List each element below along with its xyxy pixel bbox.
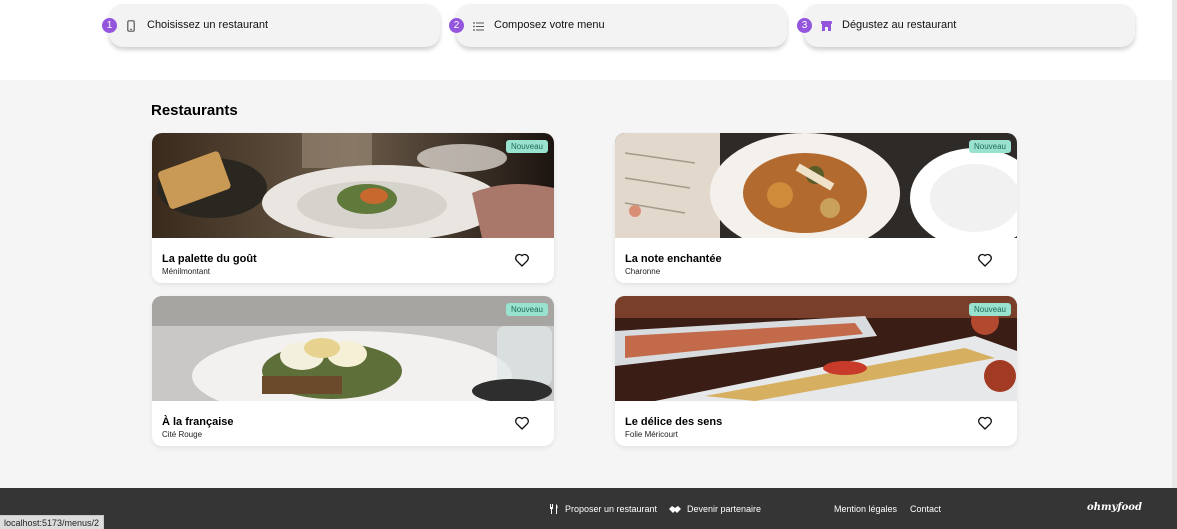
restaurant-photo — [615, 296, 1017, 401]
restaurant-photo — [615, 133, 1017, 238]
heart-icon[interactable] — [977, 252, 993, 268]
step-card-3: 3 Dégustez au restaurant — [797, 4, 1135, 47]
list-icon — [472, 19, 484, 33]
restaurant-photo — [152, 296, 554, 401]
restaurants-section: Restaurants Nouveau La palette du goût M… — [0, 80, 1172, 488]
step-label: Choisissez un restaurant — [147, 19, 269, 31]
restaurant-location: Charonne — [625, 267, 661, 276]
restaurant-name: À la française — [162, 416, 234, 428]
step-number-badge: 2 — [449, 18, 464, 33]
step-number-badge: 3 — [797, 18, 812, 33]
phone-icon — [125, 19, 137, 33]
propose-restaurant-label: Proposer un restaurant — [565, 504, 658, 514]
restaurant-name: La note enchantée — [625, 253, 722, 265]
steps-section: 1 Choisissez un restaurant 2 Composez vo… — [0, 0, 1177, 80]
new-badge: Nouveau — [968, 303, 1011, 316]
heart-icon[interactable] — [514, 252, 530, 268]
utensils-icon — [550, 504, 558, 514]
section-title: Restaurants — [151, 102, 238, 119]
handshake-icon — [669, 505, 681, 513]
restaurant-location: Cité Rouge — [162, 430, 203, 439]
propose-restaurant-link[interactable]: Proposer un restaurant — [550, 504, 657, 514]
footer: Proposer un restaurant Devenir partenair… — [0, 488, 1177, 529]
status-bar-url: localhost:5173/menus/2 — [0, 515, 105, 529]
become-partner-label: Devenir partenaire — [687, 504, 762, 514]
step-card-1: 1 Choisissez un restaurant — [102, 4, 440, 47]
contact-link[interactable]: Contact — [910, 504, 941, 514]
store-icon — [820, 19, 832, 33]
heart-icon[interactable] — [977, 415, 993, 431]
step-label: Composez votre menu — [494, 19, 605, 31]
scrollbar[interactable] — [1172, 0, 1177, 488]
heart-icon[interactable] — [514, 415, 530, 431]
restaurant-card[interactable]: Nouveau La note enchantée Charonne — [615, 133, 1017, 283]
logo[interactable]: ohmyfood — [1087, 502, 1142, 513]
restaurant-card[interactable]: Nouveau À la française Cité Rouge — [152, 296, 554, 446]
restaurant-location: Ménilmontant — [162, 267, 211, 276]
restaurant-name: La palette du goût — [162, 253, 257, 265]
restaurant-card[interactable]: Nouveau Le délice des sens Folie Méricou… — [615, 296, 1017, 446]
restaurant-photo — [152, 133, 554, 238]
step-label: Dégustez au restaurant — [842, 19, 957, 31]
restaurant-card[interactable]: Nouveau La palette du goût Ménilmontant — [152, 133, 554, 283]
step-card-2: 2 Composez votre menu — [449, 4, 787, 47]
legal-link[interactable]: Mention légales — [834, 504, 897, 514]
restaurant-name: Le délice des sens — [625, 416, 723, 428]
restaurant-location: Folie Méricourt — [625, 430, 678, 439]
new-badge: Nouveau — [505, 140, 548, 153]
become-partner-link[interactable]: Devenir partenaire — [669, 504, 761, 514]
step-number-badge: 1 — [102, 18, 117, 33]
new-badge: Nouveau — [505, 303, 548, 316]
new-badge: Nouveau — [968, 140, 1011, 153]
